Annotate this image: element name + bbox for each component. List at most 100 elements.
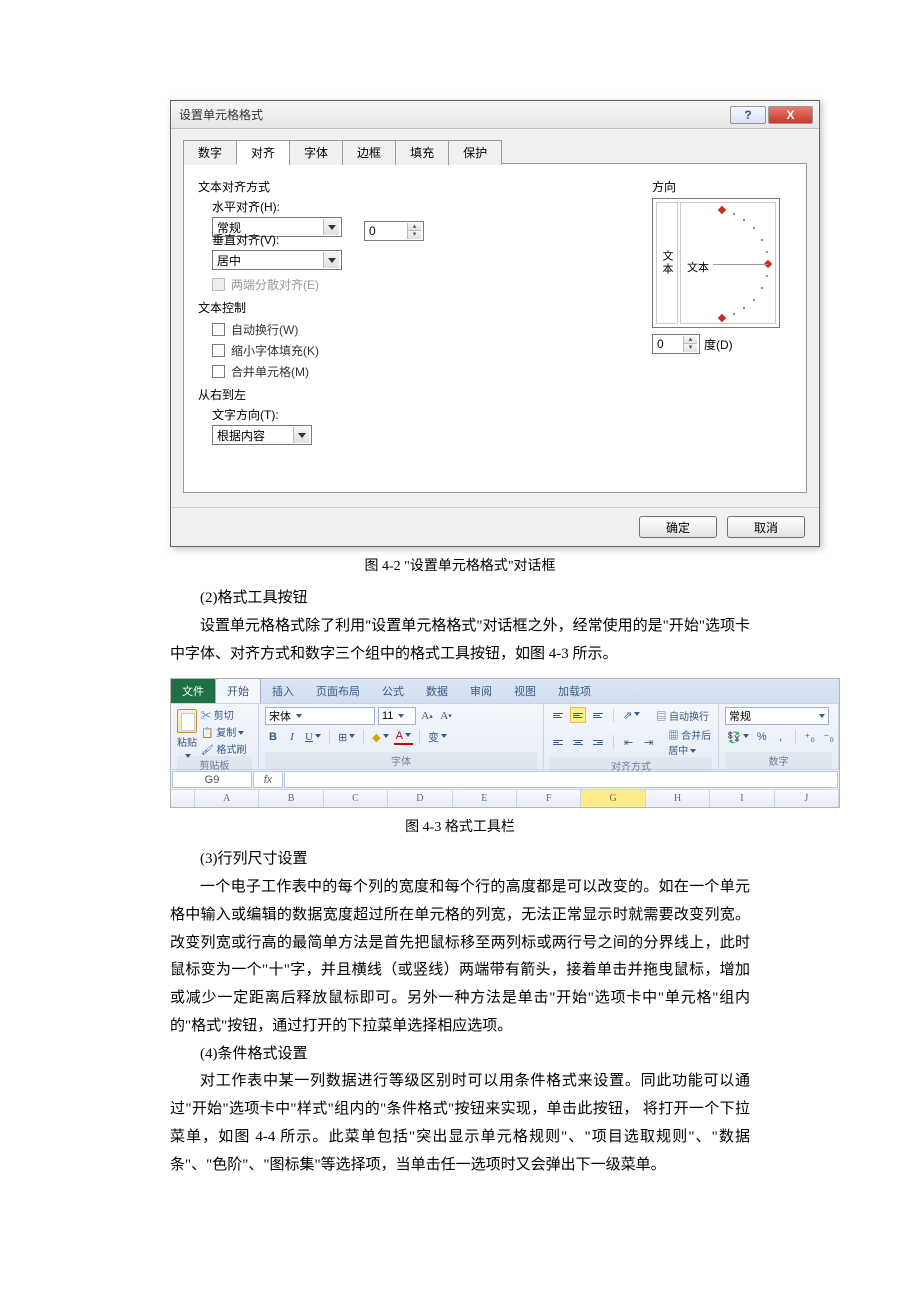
dialog-tabstrip: 数字 对齐 字体 边框 填充 保护	[183, 139, 807, 164]
shrink-font-button[interactable]: A▾	[438, 708, 454, 724]
degree-value: 0	[657, 337, 664, 351]
align-right-button[interactable]	[590, 734, 606, 750]
grow-font-button[interactable]: A▴	[419, 708, 435, 724]
copy-button[interactable]: 📋 复制	[201, 724, 246, 739]
justify-distributed-checkbox: 两端分散对齐(E)	[212, 276, 319, 293]
font-name-select[interactable]: 宋体	[265, 707, 375, 725]
ok-button[interactable]: 确定	[639, 516, 717, 538]
decrease-indent-button[interactable]: ⇤	[621, 734, 637, 750]
decrease-decimal-button[interactable]: ⁻₀	[821, 729, 837, 745]
degree-spinner[interactable]: 0 ▴▾	[652, 334, 700, 354]
direction-label: 文字方向(T):	[212, 406, 634, 423]
justify-distributed-label: 两端分散对齐(E)	[231, 276, 319, 293]
orientation-button[interactable]: ⇗	[621, 707, 642, 723]
fill-color-button[interactable]: ◆	[370, 729, 390, 745]
col-header-d[interactable]: D	[388, 790, 452, 807]
col-header-j[interactable]: J	[775, 790, 839, 807]
increase-decimal-button[interactable]: ⁺₀	[802, 729, 818, 745]
group-font-label: 字体	[265, 752, 537, 769]
format-cells-dialog: 设置单元格格式 ? X 数字 对齐 字体 边框 填充 保护 文本对齐方式 水平对…	[170, 100, 820, 547]
cut-button[interactable]: ✂ 剪切	[201, 707, 246, 722]
tab-font[interactable]: 字体	[289, 140, 342, 165]
tab-number[interactable]: 数字	[183, 140, 236, 165]
diamond-icon	[718, 314, 726, 322]
ribbon-tab-review[interactable]: 审阅	[459, 679, 503, 703]
dialog-close-button[interactable]: X	[768, 106, 813, 124]
accounting-format-button[interactable]: 💱	[725, 729, 751, 745]
wrap-text-button[interactable]: ▤ 自动换行	[656, 708, 709, 723]
number-format-select[interactable]: 常规	[725, 707, 829, 725]
figure-4-2-caption: 图 4-2 "设置单元格格式"对话框	[170, 555, 750, 575]
spin-down-icon[interactable]: ▾	[407, 231, 421, 239]
shrink-checkbox[interactable]: 缩小字体填充(K)	[212, 342, 319, 359]
cancel-button[interactable]: 取消	[727, 516, 805, 538]
formula-input[interactable]	[284, 771, 838, 788]
indent-spinner[interactable]: 0 ▴▾	[364, 221, 424, 241]
col-header-b[interactable]: B	[259, 790, 323, 807]
fx-icon[interactable]: fx	[253, 771, 283, 788]
checkbox-icon	[212, 323, 225, 336]
col-header-a[interactable]: A	[195, 790, 259, 807]
col-header-h[interactable]: H	[646, 790, 710, 807]
col-header-f[interactable]: F	[517, 790, 581, 807]
tab-border[interactable]: 边框	[342, 140, 395, 165]
ribbon-tab-formulas[interactable]: 公式	[371, 679, 415, 703]
col-header-c[interactable]: C	[324, 790, 388, 807]
name-box[interactable]: G9	[172, 771, 252, 788]
chevron-down-icon	[323, 219, 339, 235]
spin-up-icon[interactable]: ▴	[683, 336, 697, 344]
orientation-horiz-text: 文本	[687, 259, 709, 275]
merge-checkbox[interactable]: 合并单元格(M)	[212, 363, 309, 380]
font-size-select[interactable]: 11	[378, 707, 416, 725]
orientation-vertical-preview[interactable]: 文本	[656, 202, 678, 324]
col-header-i[interactable]: I	[710, 790, 774, 807]
align-left-button[interactable]	[550, 734, 566, 750]
group-label-orientation: 方向	[652, 178, 792, 195]
direction-select[interactable]: 根据内容	[212, 425, 312, 445]
format-painter-button[interactable]: 🖌 格式刷	[201, 741, 246, 756]
underline-button[interactable]: U	[303, 729, 323, 745]
dialog-title: 设置单元格格式	[179, 106, 728, 123]
ribbon-tab-insert[interactable]: 插入	[261, 679, 305, 703]
ribbon-tab-data[interactable]: 数据	[415, 679, 459, 703]
spin-down-icon[interactable]: ▾	[683, 344, 697, 352]
paste-label: 粘贴	[177, 734, 197, 749]
paragraph-2: 设置单元格格式除了利用"设置单元格格式"对话框之外，经常使用的是"开始"选项卡中…	[170, 613, 750, 669]
orientation-dial[interactable]: 文本	[680, 202, 776, 324]
align-middle-button[interactable]	[570, 707, 586, 723]
formula-bar: G9 fx	[171, 769, 839, 789]
ribbon-tab-file[interactable]: 文件	[171, 679, 215, 703]
orientation-vertical-text: 文本	[659, 250, 675, 276]
col-header-e[interactable]: E	[453, 790, 517, 807]
tab-protection[interactable]: 保护	[448, 140, 502, 165]
align-top-button[interactable]	[550, 707, 566, 723]
bold-button[interactable]: B	[265, 729, 281, 745]
increase-indent-button[interactable]: ⇥	[641, 734, 657, 750]
border-button[interactable]: ⊞	[336, 729, 357, 745]
align-center-button[interactable]	[570, 734, 586, 750]
font-color-button[interactable]: A	[394, 729, 413, 745]
paste-button[interactable]: 粘贴	[177, 709, 197, 755]
tab-fill[interactable]: 填充	[395, 140, 448, 165]
group-number-label: 数字	[725, 752, 832, 769]
checkbox-icon	[212, 278, 225, 291]
ribbon-tab-addins[interactable]: 加载项	[547, 679, 602, 703]
col-header-g[interactable]: G	[581, 790, 645, 807]
dialog-titlebar[interactable]: 设置单元格格式 ? X	[171, 101, 819, 129]
italic-button[interactable]: I	[284, 729, 300, 745]
ribbon-tab-layout[interactable]: 页面布局	[305, 679, 371, 703]
dialog-help-button[interactable]: ?	[730, 106, 766, 124]
spin-up-icon[interactable]: ▴	[407, 223, 421, 231]
select-all-corner[interactable]	[171, 790, 195, 807]
percent-button[interactable]: %	[754, 729, 770, 745]
v-align-select[interactable]: 居中	[212, 250, 342, 270]
tab-alignment[interactable]: 对齐	[236, 140, 289, 165]
align-bottom-button[interactable]	[590, 707, 606, 723]
orientation-box[interactable]: 文本 文本	[652, 198, 780, 328]
phonetic-button[interactable]: 变	[426, 729, 449, 745]
wrap-checkbox[interactable]: 自动换行(W)	[212, 321, 298, 338]
comma-button[interactable]: ,	[773, 729, 789, 745]
ribbon-tab-view[interactable]: 视图	[503, 679, 547, 703]
merge-center-button[interactable]: ▦ 合并后居中	[668, 727, 712, 757]
ribbon-tab-home[interactable]: 开始	[215, 678, 261, 703]
